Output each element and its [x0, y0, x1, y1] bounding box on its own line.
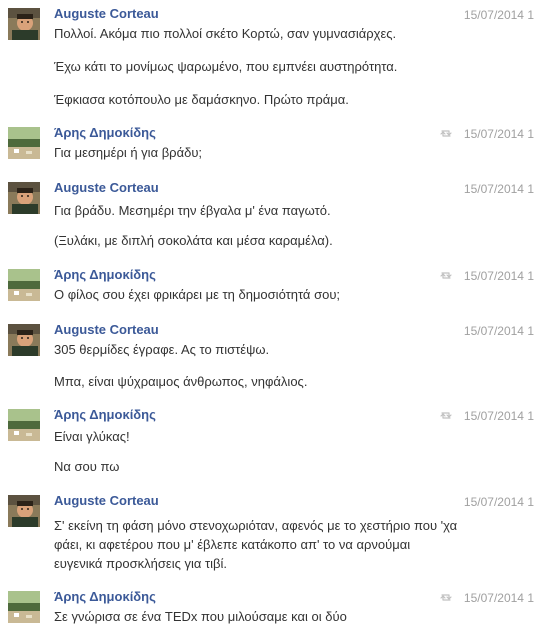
sender-name[interactable]: Άρης Δημοκίδης: [54, 589, 156, 605]
auguste-avatar-icon: [8, 182, 40, 214]
message-text: Έχω κάτι το μονίμως ψαρωμένο, που εμπνέε…: [54, 59, 398, 74]
user-avatar[interactable]: [8, 409, 40, 441]
auguste-avatar-icon: [8, 324, 40, 356]
message-text: Πολλοί. Ακόμα πιο πολλοί σκέτο Κορτώ, σα…: [54, 26, 397, 41]
message-timestamp: 15/07/2014 1: [463, 8, 534, 22]
message-text: Για μεσημέρι ή για βράδυ;: [54, 145, 203, 160]
aris-avatar-icon: [8, 269, 40, 301]
reply-icon: [440, 128, 452, 139]
message-timestamp: 15/07/2014 1: [463, 591, 534, 605]
message-text: Έφκιασα κοτόπουλο με δαμάσκηνο. Πρώτο πρ…: [54, 92, 349, 107]
sender-name[interactable]: Άρης Δημοκίδης: [54, 267, 156, 283]
user-avatar[interactable]: [8, 324, 40, 356]
auguste-avatar-icon: [8, 8, 40, 40]
reply-icon: [440, 592, 452, 603]
sender-name[interactable]: Auguste Corteau: [54, 6, 159, 22]
user-avatar[interactable]: [8, 591, 40, 623]
message-text: Ο φίλος σου έχει φρικάρει με τη δημοσιότ…: [54, 287, 341, 302]
message-timestamp: 15/07/2014 1: [463, 409, 534, 423]
reply-icon: [440, 270, 452, 281]
message-group: Άρης Δημοκίδης 15/07/2014 1 Ο φίλος σου …: [0, 267, 534, 307]
message-text: Σε γνώρισα σε ένα TEDx που μιλούσαμε και…: [54, 609, 347, 624]
reply-icon: [440, 410, 452, 421]
message-text: φάει, κι αφετέρου που μ' έβλεπε κατάκοπο…: [54, 537, 411, 552]
message-text: Μπα, είναι ψύχραιμος άνθρωπος, νηφάλιος.: [54, 374, 308, 389]
message-text: 305 θερμίδες έγραφε. Ας το πιστέψω.: [54, 342, 270, 357]
message-group: Άρης Δημοκίδης 15/07/2014 1 Σε γνώρισα σ…: [0, 589, 534, 627]
user-avatar[interactable]: [8, 495, 40, 527]
message-thread: Auguste Corteau 15/07/2014 1 Πολλοί. Ακό…: [0, 0, 534, 627]
message-group: Auguste Corteau 15/07/2014 1 Σ' εκείνη τ…: [0, 493, 534, 573]
aris-avatar-icon: [8, 409, 40, 441]
message-text: Είναι γλύκας!: [54, 429, 130, 444]
message-text: Να σου πω: [54, 459, 120, 474]
user-avatar[interactable]: [8, 269, 40, 301]
message-group: Auguste Corteau 15/07/2014 1 Για βράδυ. …: [0, 180, 534, 255]
message-group: Auguste Corteau 15/07/2014 1 Πολλοί. Ακό…: [0, 6, 534, 116]
message-text: Σ' εκείνη τη φάση μόνο στενοχωριόταν, αφ…: [54, 518, 458, 533]
user-avatar[interactable]: [8, 8, 40, 40]
message-group: Άρης Δημοκίδης 15/07/2014 1 Για μεσημέρι…: [0, 125, 534, 165]
aris-avatar-icon: [8, 591, 40, 623]
message-timestamp: 15/07/2014 1: [463, 182, 534, 196]
user-avatar[interactable]: [8, 127, 40, 159]
sender-name[interactable]: Auguste Corteau: [54, 180, 159, 196]
message-timestamp: 15/07/2014 1: [463, 269, 534, 283]
sender-name[interactable]: Auguste Corteau: [54, 493, 159, 509]
sender-name[interactable]: Άρης Δημοκίδης: [54, 125, 156, 141]
sender-name[interactable]: Άρης Δημοκίδης: [54, 407, 156, 423]
auguste-avatar-icon: [8, 495, 40, 527]
message-text: Για βράδυ. Μεσημέρι την έβγαλα μ' ένα πα…: [54, 203, 331, 218]
message-text: (Ξυλάκι, με διπλή σοκολάτα και μέσα καρα…: [54, 233, 333, 248]
message-group: Auguste Corteau 15/07/2014 1 305 θερμίδε…: [0, 322, 534, 397]
message-timestamp: 15/07/2014 1: [463, 495, 534, 509]
message-text: ευγενικά προσκλήσεις για τιβί.: [54, 556, 228, 571]
message-timestamp: 15/07/2014 1: [463, 127, 534, 141]
sender-name[interactable]: Auguste Corteau: [54, 322, 159, 338]
message-timestamp: 15/07/2014 1: [463, 324, 534, 338]
message-group: Άρης Δημοκίδης 15/07/2014 1 Είναι γλύκας…: [0, 407, 534, 482]
aris-avatar-icon: [8, 127, 40, 159]
user-avatar[interactable]: [8, 182, 40, 214]
